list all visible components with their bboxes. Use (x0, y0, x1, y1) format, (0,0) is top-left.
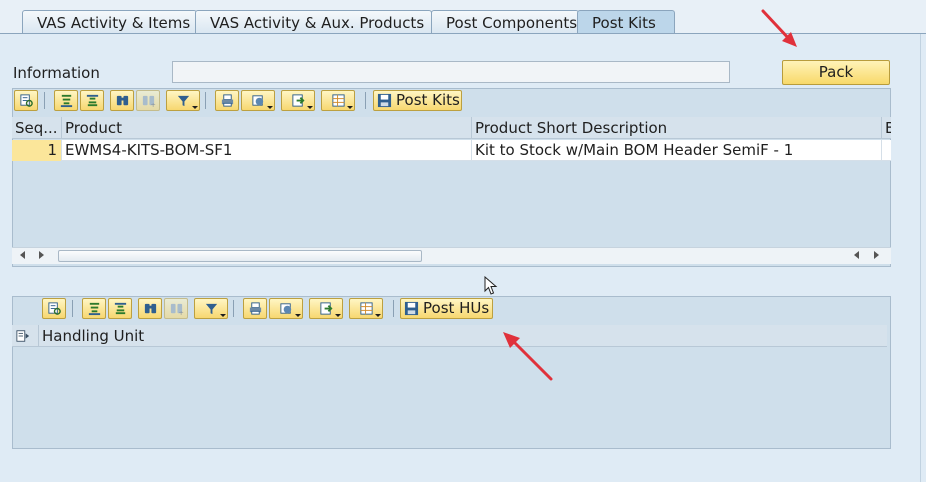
toolbar-separator (365, 92, 366, 109)
filter-icon[interactable] (166, 90, 200, 111)
scroll-right-icon[interactable] (874, 251, 879, 259)
layout-icon[interactable] (349, 298, 383, 319)
tab-label: VAS Activity & Items (37, 14, 191, 32)
find-icon[interactable] (138, 298, 162, 319)
kits-grid-toolbar: + Post Kits (12, 88, 891, 114)
toolbar-separator (72, 300, 73, 317)
kits-grid-panel (12, 88, 891, 267)
sort-descending-icon[interactable] (80, 90, 104, 111)
tab-post-components[interactable]: Post Components (431, 10, 579, 34)
annotation-arrow-pack (761, 9, 797, 47)
find-icon[interactable] (110, 90, 134, 111)
scroll-thumb[interactable] (58, 250, 422, 262)
save-icon (377, 93, 392, 108)
views-icon[interactable] (269, 298, 303, 319)
column-header-description[interactable]: Product Short Description (472, 117, 882, 139)
find-next-icon[interactable]: + (136, 90, 160, 111)
table-row[interactable]: 1 EWMS4-KITS-BOM-SF1 Kit to Stock w/Main… (12, 140, 891, 161)
toolbar-separator (393, 300, 394, 317)
export-icon[interactable] (309, 298, 343, 319)
toolbar-separator (205, 92, 206, 109)
tab-post-kits[interactable]: Post Kits (577, 10, 675, 35)
product-cell[interactable]: EWMS4-KITS-BOM-SF1 (62, 140, 472, 161)
information-label: Information (13, 64, 100, 82)
toolbar-separator (233, 300, 234, 317)
export-icon[interactable] (281, 90, 315, 111)
print-icon[interactable] (243, 298, 267, 319)
post-kits-button[interactable]: Post Kits (373, 90, 462, 111)
annotation-arrow-post-hus (503, 332, 553, 381)
print-icon[interactable] (215, 90, 239, 111)
tab-vas-activity-aux-products[interactable]: VAS Activity & Aux. Products (195, 10, 432, 34)
column-header-b[interactable]: B (882, 117, 891, 139)
sort-descending-icon[interactable] (108, 298, 132, 319)
scroll-left-icon[interactable] (20, 251, 25, 259)
sort-ascending-icon[interactable] (82, 298, 106, 319)
tab-vas-activity-items[interactable]: VAS Activity & Items (22, 10, 197, 34)
layout-icon[interactable] (321, 90, 355, 111)
horizontal-scrollbar[interactable] (12, 247, 891, 264)
scroll-right-icon[interactable] (39, 251, 44, 259)
svg-text:+: + (178, 309, 184, 316)
details-icon[interactable] (14, 90, 38, 111)
column-header-product[interactable]: Product (62, 117, 472, 139)
details-icon[interactable] (42, 298, 66, 319)
filter-icon[interactable] (194, 298, 228, 319)
tab-label: Post Components (446, 14, 578, 32)
column-header-handling-unit[interactable]: Handling Unit (39, 325, 887, 347)
sort-ascending-icon[interactable] (54, 90, 78, 111)
svg-text:+: + (150, 101, 156, 108)
save-icon (404, 301, 419, 316)
tab-label: Post Kits (592, 14, 656, 32)
expand-columns-icon[interactable] (12, 325, 39, 347)
mouse-cursor-icon (484, 276, 498, 295)
kits-grid-header: Seq... Product Product Short Description… (12, 117, 891, 139)
views-icon[interactable] (241, 90, 275, 111)
b-cell[interactable] (882, 140, 891, 161)
find-next-icon[interactable]: + (164, 298, 188, 319)
pack-button[interactable]: Pack (782, 60, 890, 85)
information-field[interactable] (172, 61, 730, 83)
hu-grid-toolbar: + Post HUs (40, 296, 891, 322)
scroll-left-icon[interactable] (854, 251, 859, 259)
hu-grid-header: Handling Unit (12, 325, 887, 347)
column-header-seq[interactable]: Seq... (12, 117, 62, 139)
post-hus-button[interactable]: Post HUs (400, 298, 493, 319)
description-cell[interactable]: Kit to Stock w/Main BOM Header SemiF - 1 (472, 140, 882, 161)
post-kits-label: Post Kits (396, 91, 460, 109)
toolbar-separator (44, 92, 45, 109)
seq-cell[interactable]: 1 (12, 140, 62, 161)
post-hus-label: Post HUs (423, 299, 490, 317)
tab-label: VAS Activity & Aux. Products (210, 14, 425, 32)
